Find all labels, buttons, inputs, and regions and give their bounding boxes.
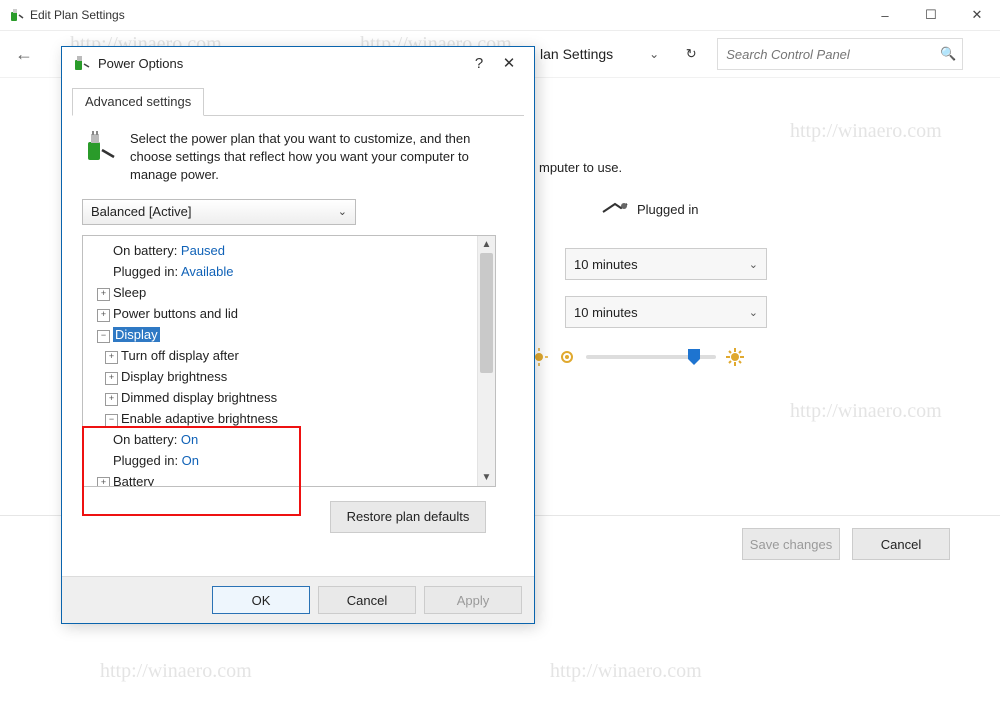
value-link[interactable]: On bbox=[181, 432, 198, 447]
value-link[interactable]: On bbox=[182, 453, 199, 468]
scroll-up-button[interactable]: ▲ bbox=[478, 236, 495, 253]
save-changes-button[interactable]: Save changes bbox=[742, 528, 840, 560]
expand-icon[interactable]: + bbox=[97, 309, 110, 322]
plugged-in-label: Plugged in bbox=[637, 202, 698, 217]
value-link[interactable]: Paused bbox=[181, 243, 225, 258]
tree-item-selected-label: Display bbox=[113, 327, 160, 342]
watermark: http://winaero.com bbox=[790, 400, 942, 423]
tree-scrollbar[interactable]: ▲ ▼ bbox=[477, 236, 495, 486]
turn-off-display-select[interactable]: 10 minutes ⌄ bbox=[565, 248, 767, 280]
chevron-down-icon: ⌄ bbox=[749, 258, 758, 271]
tree-item-display-brightness[interactable]: +Display brightness bbox=[83, 366, 495, 387]
select-value: 10 minutes bbox=[574, 257, 638, 272]
dialog-body: Select the power plan that you want to c… bbox=[62, 116, 534, 543]
maximize-button[interactable]: ☐ bbox=[908, 0, 954, 30]
breadcrumb-fragment[interactable]: lan Settings bbox=[540, 46, 613, 62]
scroll-thumb[interactable] bbox=[480, 253, 493, 373]
search-icon[interactable]: 🔍 bbox=[940, 46, 956, 62]
sun-bright-icon bbox=[726, 348, 744, 366]
cancel-button[interactable]: Cancel bbox=[852, 528, 950, 560]
apply-button[interactable]: Apply bbox=[424, 586, 522, 614]
battery-plug-icon bbox=[72, 54, 90, 72]
brightness-slider[interactable] bbox=[586, 355, 716, 359]
dialog-footer: OK Cancel Apply bbox=[62, 576, 534, 623]
tree-item-power-buttons[interactable]: +Power buttons and lid bbox=[83, 303, 495, 324]
value-link[interactable]: Available bbox=[181, 264, 234, 279]
window-title: Edit Plan Settings bbox=[30, 8, 862, 22]
search-input[interactable] bbox=[724, 46, 940, 63]
brightness-row bbox=[530, 348, 744, 366]
ok-button[interactable]: OK bbox=[212, 586, 310, 614]
battery-plug-icon-large bbox=[82, 130, 116, 185]
tree-item-dimmed-brightness[interactable]: +Dimmed display brightness bbox=[83, 387, 495, 408]
refresh-button[interactable]: ↻ bbox=[677, 40, 705, 68]
search-box[interactable]: 🔍 bbox=[717, 38, 963, 70]
select-value: Balanced [Active] bbox=[91, 204, 191, 219]
tree-item-display[interactable]: −Display bbox=[83, 324, 495, 345]
bg-hint-text: mputer to use. bbox=[539, 160, 622, 175]
dialog-title: Power Options bbox=[98, 56, 464, 71]
power-plan-select[interactable]: Balanced [Active] ⌄ bbox=[82, 199, 356, 225]
expand-icon[interactable]: + bbox=[105, 393, 118, 406]
intro-row: Select the power plan that you want to c… bbox=[82, 130, 514, 185]
restore-plan-defaults-button[interactable]: Restore plan defaults bbox=[330, 501, 486, 533]
sleep-select[interactable]: 10 minutes ⌄ bbox=[565, 296, 767, 328]
cancel-button[interactable]: Cancel bbox=[318, 586, 416, 614]
app-icon bbox=[8, 7, 24, 23]
chevron-down-icon: ⌄ bbox=[338, 205, 347, 218]
tree-item-battery[interactable]: +Battery bbox=[83, 471, 495, 487]
tree-item-adaptive-on-battery[interactable]: On battery: On bbox=[83, 429, 495, 450]
expand-icon[interactable]: + bbox=[105, 372, 118, 385]
watermark: http://winaero.com bbox=[790, 120, 942, 143]
tree-item-adaptive-brightness[interactable]: −Enable adaptive brightness bbox=[83, 408, 495, 429]
tab-strip: Advanced settings bbox=[72, 87, 524, 116]
tree-item-sleep[interactable]: +Sleep bbox=[83, 282, 495, 303]
plug-icon bbox=[601, 200, 629, 219]
restore-row: Restore plan defaults bbox=[82, 501, 514, 533]
back-button[interactable]: ← bbox=[8, 44, 40, 65]
tree-item-plugged-in[interactable]: Plugged in: Available bbox=[83, 261, 495, 282]
collapse-icon[interactable]: − bbox=[105, 414, 118, 427]
watermark: http://winaero.com bbox=[100, 660, 252, 683]
tab-advanced-settings[interactable]: Advanced settings bbox=[72, 88, 204, 116]
help-button[interactable]: ? bbox=[464, 55, 494, 72]
dialog-titlebar: Power Options ? ✕ bbox=[62, 47, 534, 79]
window-titlebar: Edit Plan Settings – ☐ ✕ bbox=[0, 0, 1000, 31]
chevron-down-icon[interactable]: ⌄ bbox=[649, 47, 659, 61]
sun-mid-icon bbox=[558, 348, 576, 366]
tree-item-adaptive-plugged-in[interactable]: Plugged in: On bbox=[83, 450, 495, 471]
plugged-in-column-header: Plugged in bbox=[601, 200, 698, 219]
minimize-button[interactable]: – bbox=[862, 0, 908, 30]
tree-item-on-battery[interactable]: On battery: Paused bbox=[83, 240, 495, 261]
slider-thumb[interactable] bbox=[686, 347, 702, 370]
dialog-close-button[interactable]: ✕ bbox=[494, 54, 524, 72]
intro-text: Select the power plan that you want to c… bbox=[130, 130, 514, 185]
chevron-down-icon: ⌄ bbox=[749, 306, 758, 319]
close-button[interactable]: ✕ bbox=[954, 0, 1000, 30]
tree-item-turn-off-display[interactable]: +Turn off display after bbox=[83, 345, 495, 366]
expand-icon[interactable]: + bbox=[97, 288, 110, 301]
settings-tree[interactable]: On battery: Paused Plugged in: Available… bbox=[82, 235, 496, 487]
tree-content: On battery: Paused Plugged in: Available… bbox=[83, 236, 495, 487]
collapse-icon[interactable]: − bbox=[97, 330, 110, 343]
watermark: http://winaero.com bbox=[550, 660, 702, 683]
scroll-down-button[interactable]: ▼ bbox=[478, 469, 495, 486]
select-value: 10 minutes bbox=[574, 305, 638, 320]
power-options-dialog: Power Options ? ✕ Advanced settings Sele… bbox=[61, 46, 535, 624]
expand-icon[interactable]: + bbox=[97, 477, 110, 487]
expand-icon[interactable]: + bbox=[105, 351, 118, 364]
